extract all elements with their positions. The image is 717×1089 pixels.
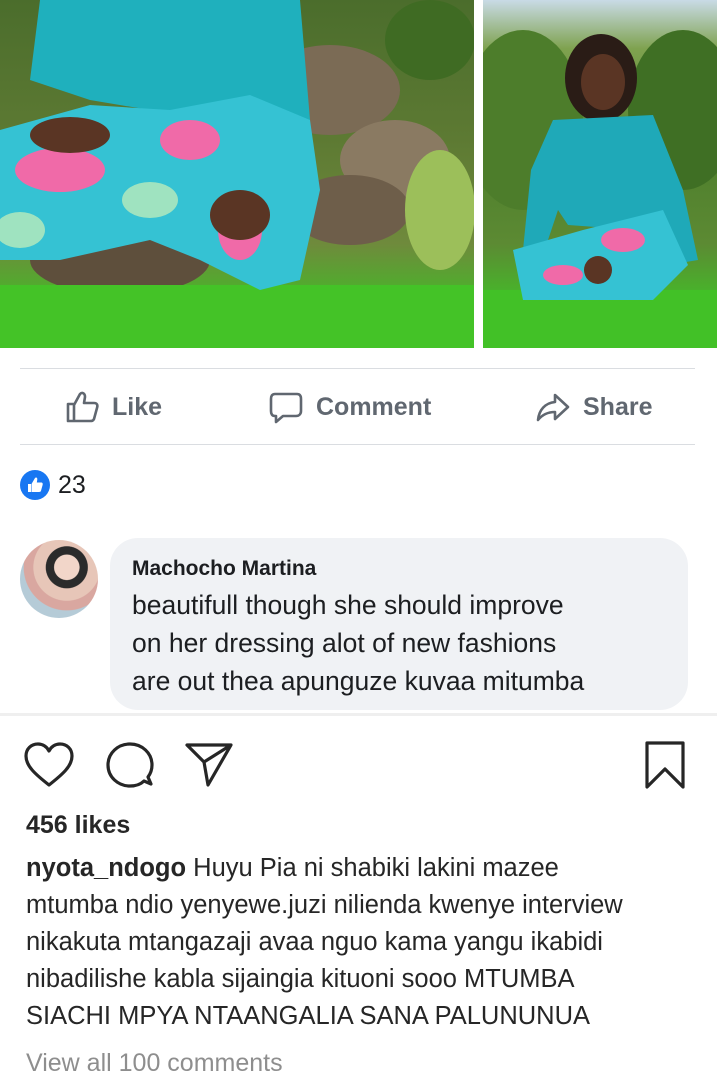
- heart-like-button[interactable]: [21, 735, 77, 795]
- caption-line: mtumba ndio yenyewe.juzi nilienda kwenye…: [26, 891, 623, 919]
- share-label: Share: [583, 392, 653, 421]
- share-direct-button[interactable]: [181, 735, 237, 795]
- comment-button[interactable]: Comment: [268, 370, 431, 444]
- comment-button-instagram[interactable]: [102, 735, 158, 795]
- action-bar-bottom-divider: [20, 444, 695, 445]
- section-separator: [0, 713, 717, 716]
- caption-line: SIACHI MPYA NTAANGALIA SANA PALUNUNUA: [26, 1002, 590, 1030]
- post-caption: nyota_ndogo Huyu Pia ni shabiki lakini m…: [26, 850, 696, 1035]
- post-photo-right[interactable]: [483, 0, 717, 348]
- comment-text: beautifull though she should improve on …: [132, 586, 666, 700]
- photo-left-image: [0, 0, 474, 348]
- share-button[interactable]: Share: [535, 370, 652, 444]
- caption-line: nikakuta mtangazaji avaa nguo kama yangu…: [26, 928, 603, 956]
- comment-line: are out thea apunguze kuvaa mitumba: [132, 666, 585, 696]
- share-arrow-icon: [536, 393, 570, 422]
- caption-username[interactable]: nyota_ndogo: [26, 854, 186, 882]
- likes-count[interactable]: 456 likes: [26, 811, 130, 840]
- comment-line: on her dressing alot of new fashions: [132, 628, 557, 658]
- view-all-comments-link[interactable]: View all 100 comments: [26, 1049, 283, 1078]
- reactions-summary[interactable]: 23: [20, 470, 86, 500]
- photo-right-image: [483, 30, 717, 348]
- comment-label: Comment: [316, 392, 432, 421]
- heart-icon: [24, 742, 74, 787]
- comment-line: beautifull though she should improve: [132, 590, 564, 620]
- caption-text: Huyu Pia ni shabiki lakini mazee: [193, 854, 559, 882]
- reaction-count: 23: [58, 470, 86, 499]
- thumbs-up-icon: [66, 391, 99, 423]
- like-label: Like: [112, 392, 163, 421]
- commenter-avatar[interactable]: [20, 540, 98, 618]
- instagram-action-bar: [0, 735, 717, 795]
- like-reaction-icon: [20, 470, 50, 500]
- post-photo-left[interactable]: [0, 0, 474, 348]
- comment-speech-icon: [106, 742, 154, 788]
- caption-line: nibadilishe kabla sijaingia kituoni sooo…: [26, 965, 575, 993]
- bookmark-icon: [645, 741, 685, 789]
- comment-author[interactable]: Machocho Martina: [132, 556, 666, 582]
- comment-bubble[interactable]: Machocho Martina beautifull though she s…: [110, 538, 688, 710]
- paper-plane-icon: [185, 743, 233, 787]
- facebook-action-bar: Like Comment Share: [0, 370, 717, 444]
- caption-line: nyota_ndogo Huyu Pia ni shabiki lakini m…: [26, 850, 696, 887]
- action-bar-top-divider: [20, 368, 695, 369]
- post-photos: [0, 0, 717, 348]
- save-bookmark-button[interactable]: [637, 735, 693, 795]
- like-button[interactable]: Like: [64, 370, 162, 444]
- photo-gap: [474, 0, 483, 348]
- comment-bubble-icon: [269, 392, 303, 424]
